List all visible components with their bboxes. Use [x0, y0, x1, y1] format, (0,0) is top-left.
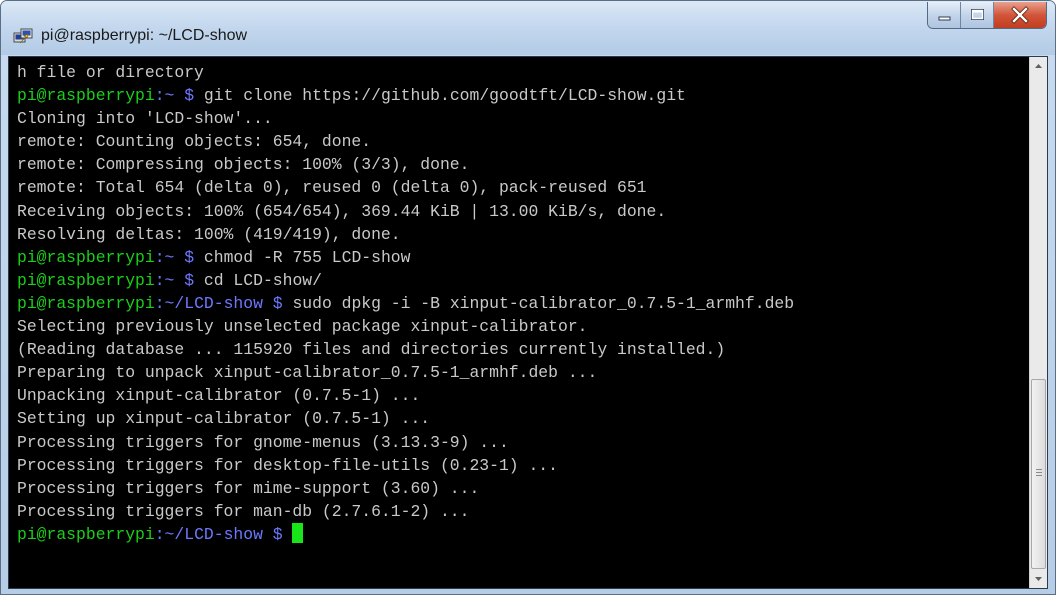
- output-line: (Reading database ... 115920 files and d…: [17, 340, 726, 360]
- terminal-window: pi@raspberrypi: ~/LCD-show h file or dir…: [0, 0, 1056, 595]
- output-line: Processing triggers for desktop-file-uti…: [17, 455, 558, 475]
- output-line: Receiving objects: 100% (654/654), 369.4…: [17, 201, 667, 221]
- terminal-area[interactable]: h file or directory pi@raspberrypi:~ $ gi…: [8, 56, 1048, 589]
- minimize-icon: [938, 16, 951, 21]
- output-line: Cloning into 'LCD-show'...: [17, 109, 273, 129]
- scroll-down-button[interactable]: [1030, 570, 1047, 588]
- output-line: remote: Compressing objects: 100% (3/3),…: [17, 155, 470, 175]
- prompt-user: pi@raspberrypi: [17, 86, 155, 106]
- command-text: chmod -R 755 LCD-show: [203, 247, 411, 267]
- arrow-up-icon: [1035, 64, 1042, 68]
- arrow-down-icon: [1035, 577, 1042, 581]
- scroll-up-button[interactable]: [1030, 57, 1047, 75]
- prompt-path: :~/LCD-show: [154, 293, 263, 313]
- prompt-symbol: $: [262, 524, 293, 544]
- minimize-button[interactable]: [928, 2, 961, 28]
- putty-icon[interactable]: [13, 28, 33, 46]
- close-icon: [1011, 6, 1029, 24]
- scrollbar-thumb[interactable]: [1031, 379, 1046, 569]
- prompt-path: :~: [154, 86, 175, 106]
- command-text: git clone https://github.com/goodtft/LCD…: [203, 86, 686, 106]
- terminal-output[interactable]: h file or directory pi@raspberrypi:~ $ gi…: [17, 61, 1023, 586]
- prompt-line: pi@raspberrypi:~ $ chmod -R 755 LCD-show: [17, 246, 1023, 269]
- output-line: Processing triggers for mime-support (3.…: [17, 478, 480, 498]
- output-line: Unpacking xinput-calibrator (0.7.5-1) ..…: [17, 386, 421, 406]
- output-line: Processing triggers for man-db (2.7.6.1-…: [17, 501, 470, 521]
- close-button[interactable]: [994, 2, 1046, 28]
- prompt-user: pi@raspberrypi: [17, 524, 155, 544]
- prompt-symbol: $: [262, 293, 293, 313]
- prompt-path: :~/LCD-show: [154, 524, 263, 544]
- output-line: Preparing to unpack xinput-calibrator_0.…: [17, 363, 598, 383]
- output-line: Resolving deltas: 100% (419/419), done.: [17, 224, 401, 244]
- prompt-user: pi@raspberrypi: [17, 270, 155, 290]
- command-text: sudo dpkg -i -B xinput-calibrator_0.7.5-…: [292, 293, 795, 313]
- vertical-scrollbar[interactable]: [1029, 57, 1047, 588]
- window-title: pi@raspberrypi: ~/LCD-show: [41, 27, 248, 44]
- title-bar[interactable]: pi@raspberrypi: ~/LCD-show: [1, 1, 1055, 55]
- output-line: remote: Counting objects: 654, done.: [17, 132, 372, 152]
- prompt-line: pi@raspberrypi:~ $ cd LCD-show/: [17, 269, 1023, 292]
- prompt-symbol: $: [174, 86, 204, 106]
- output-line: Selecting previously unselected package …: [17, 317, 588, 337]
- prompt-symbol: $: [174, 270, 204, 290]
- output-line: remote: Total 654 (delta 0), reused 0 (d…: [17, 178, 647, 198]
- maximize-icon: [971, 9, 984, 20]
- grip-icon: [1036, 469, 1042, 476]
- prompt-path: :~: [154, 270, 175, 290]
- prompt-line: pi@raspberrypi:~/LCD-show $ sudo dpkg -i…: [17, 292, 1023, 315]
- prompt-path: :~: [154, 247, 175, 267]
- prompt-line: pi@raspberrypi:~ $ git clone https://git…: [17, 84, 1023, 107]
- command-text: cd LCD-show/: [203, 270, 322, 290]
- output-line: Processing triggers for gnome-menus (3.1…: [17, 432, 509, 452]
- output-line: h file or directory: [17, 63, 204, 82]
- maximize-button[interactable]: [961, 2, 994, 28]
- prompt-user: pi@raspberrypi: [17, 247, 155, 267]
- prompt-user: pi@raspberrypi: [17, 293, 155, 313]
- output-line: Setting up xinput-calibrator (0.7.5-1) .…: [17, 409, 431, 429]
- prompt-symbol: $: [174, 247, 204, 267]
- prompt-line: pi@raspberrypi:~/LCD-show $: [17, 522, 1023, 546]
- text-cursor: [292, 522, 304, 543]
- window-controls: [927, 2, 1047, 29]
